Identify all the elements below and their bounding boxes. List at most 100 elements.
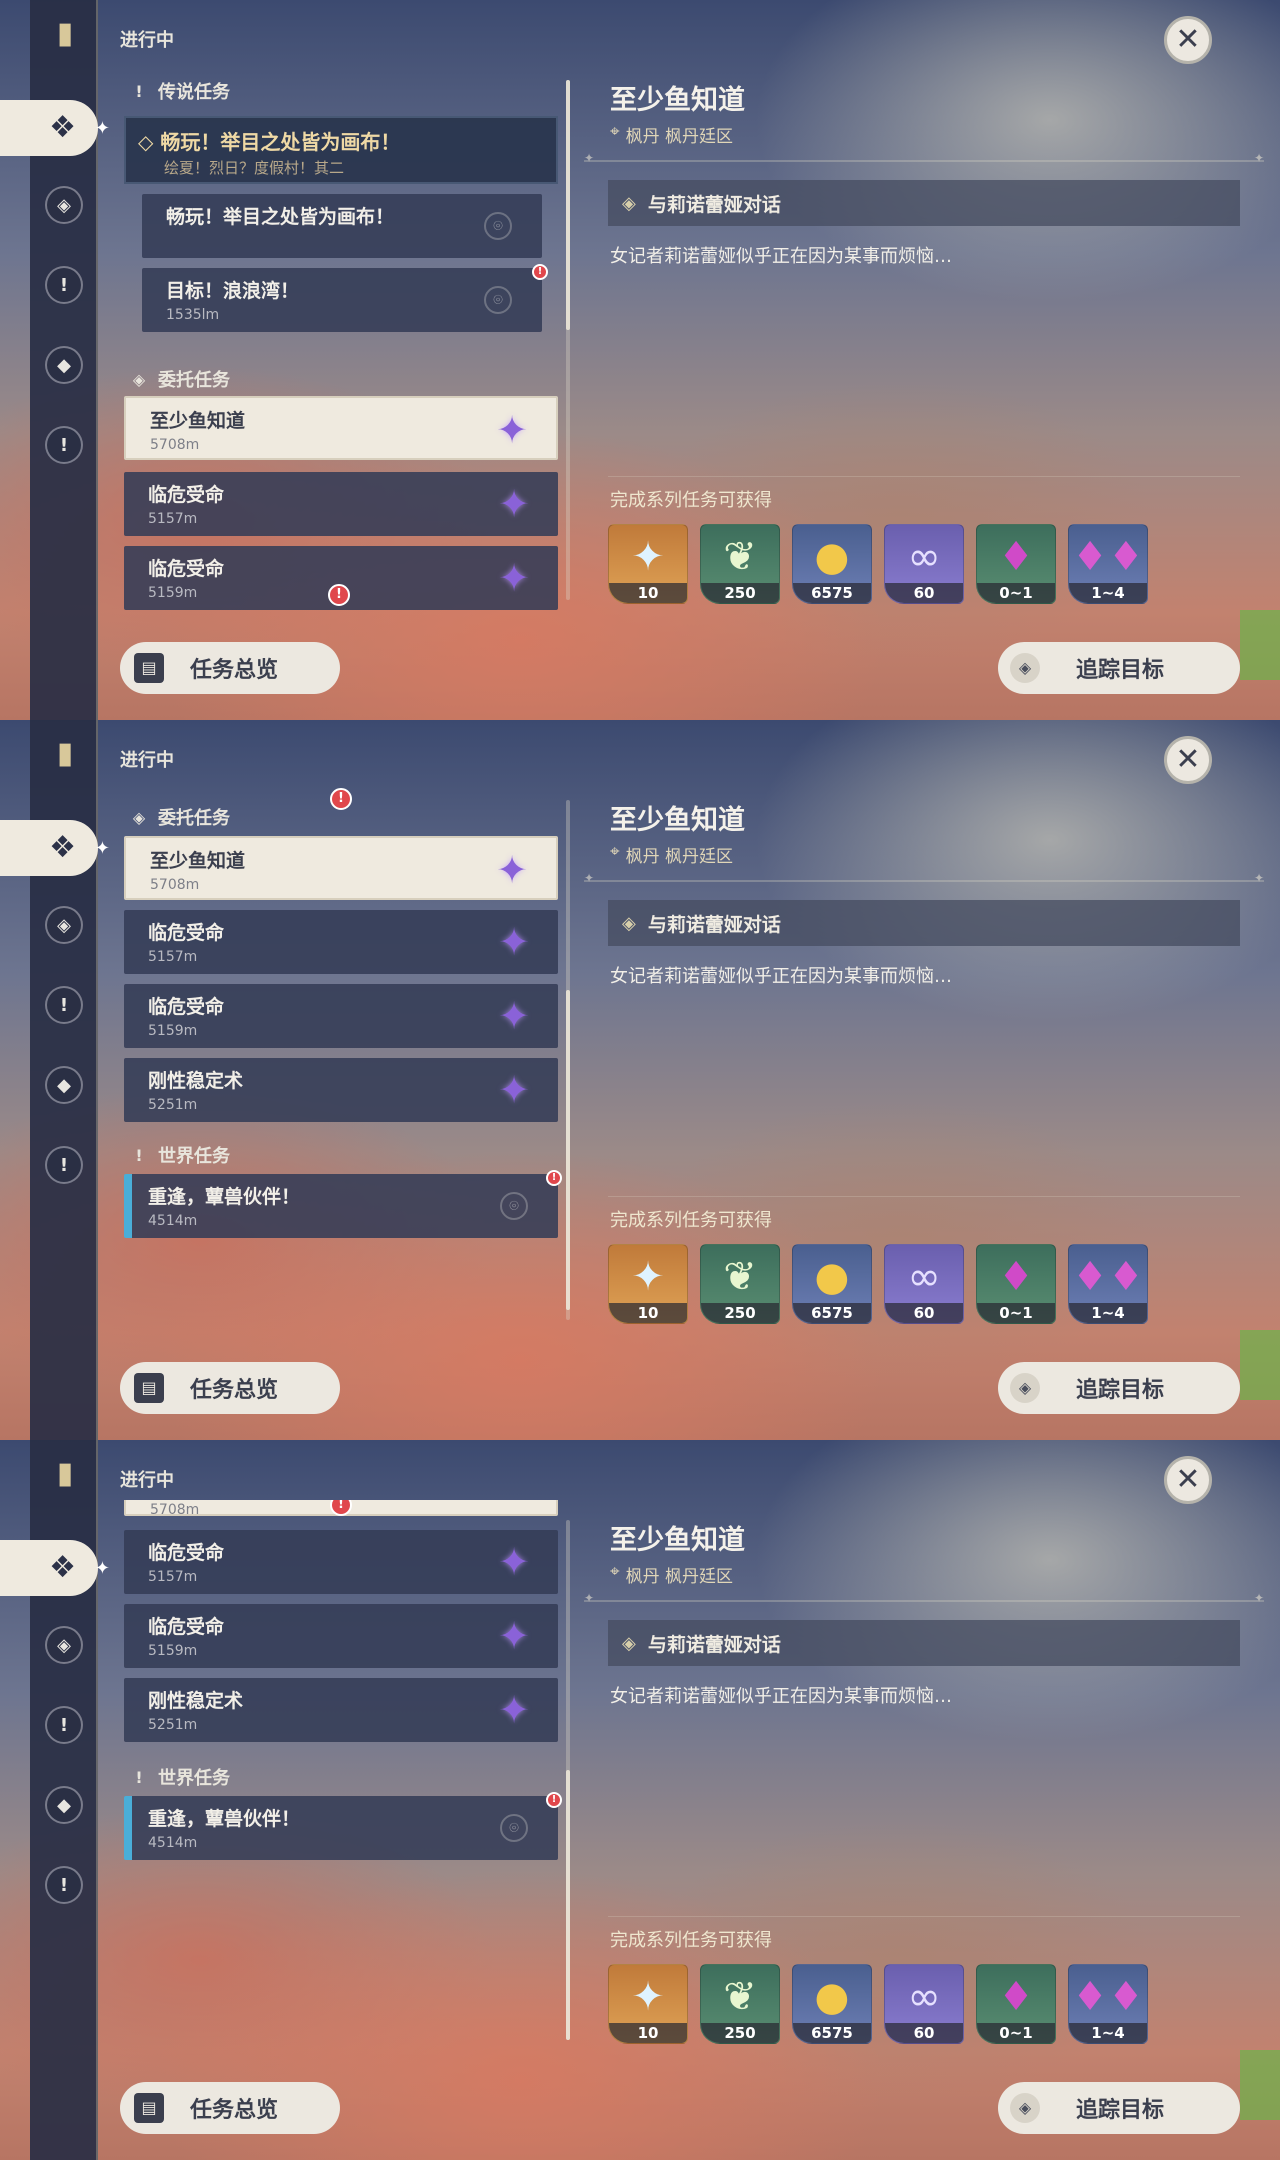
reward-count: 1~4 <box>1069 2023 1147 2043</box>
rail-tab-event-icon[interactable]: ◆ <box>45 346 83 384</box>
list-scrollbar[interactable] <box>566 1520 570 2040</box>
list-scrollbar[interactable] <box>566 80 570 600</box>
list-item[interactable]: 临危受命 5159m ✦ <box>124 984 558 1048</box>
rail-tab-event-icon[interactable]: ◆ <box>45 1066 83 1104</box>
reward-list: ✦ 10 ❦ 250 ● 6575 ∞ 60 ♦ 0~1 ♦♦ 1~4 <box>608 1964 1148 2044</box>
list-item-world[interactable]: 重逢，蕈兽伙伴！ 4514m ⌾ ! <box>124 1792 562 1860</box>
quest-title: 至少鱼知道 <box>610 85 745 116</box>
header-title: 进行中 <box>120 1470 174 1491</box>
list-item[interactable]: 临危受命 5157m ✦ <box>124 1530 558 1594</box>
list-item[interactable]: 临危受命 5157m ✦ <box>124 910 558 974</box>
reward-item[interactable]: ∞ 60 <box>884 524 964 604</box>
quest-log-icon: ▤ <box>134 653 164 683</box>
track-target-button[interactable]: ◈ 追踪目标 <box>998 642 1240 694</box>
reward-item[interactable]: ❦ 250 <box>700 524 780 604</box>
quest-location: ⌖ 枫丹 枫丹廷区 <box>610 1562 733 1587</box>
rail-tab-alert-icon[interactable]: ! <box>45 426 83 464</box>
item-distance: 4514m <box>148 1213 198 1229</box>
list-item-selected[interactable]: 至少鱼知道 5708m ✦ <box>124 396 558 460</box>
left-rail: ▮ ❖ ✦ ◈ ! ◆ ! <box>0 1440 110 2160</box>
quest-overview-button[interactable]: ▤ 任务总览 <box>120 1362 340 1414</box>
primogem-icon: ✦ <box>631 534 665 580</box>
section-label: 委托任务 <box>158 370 230 391</box>
quest-panel-1: ▮ ❖ ✦ ◈ ! ◆ ! 进行中 ✕ ! 传说任务 ◇ 畅玩！举目之处皆为画布… <box>0 0 1280 720</box>
header-title: 进行中 <box>120 30 174 51</box>
list-item[interactable]: 畅玩！举目之处皆为画布！ ⌾ <box>142 194 542 258</box>
item-name: 临危受命 <box>148 484 225 506</box>
list-scrollbar[interactable] <box>566 800 570 1320</box>
legend-quest-card[interactable]: ◇ 畅玩！举目之处皆为画布！ 绘夏！烈日？度假村！其二 <box>124 116 558 184</box>
rail-tab-archon-icon[interactable]: ◈ <box>45 1626 83 1664</box>
rail-tab-archon-icon[interactable]: ◈ <box>45 186 83 224</box>
reward-item[interactable]: ● 6575 <box>792 1244 872 1324</box>
reward-item[interactable]: ∞ 60 <box>884 1964 964 2044</box>
rail-tab-alert-icon[interactable]: ! <box>45 1866 83 1904</box>
item-name: 重逢，蕈兽伙伴！ <box>148 1808 301 1830</box>
item-name: 临危受命 <box>148 996 225 1018</box>
list-item[interactable]: 目标！浪浪湾！ 1535lm ⌾ ! <box>142 264 548 332</box>
list-item-selected-partial[interactable]: 5708m ! <box>124 1500 558 1518</box>
quest-book-icon[interactable]: ▮ <box>45 734 85 772</box>
reward-item[interactable]: ● 6575 <box>792 524 872 604</box>
quest-title: 至少鱼知道 <box>610 1525 745 1556</box>
rail-tab-commission-active[interactable]: ❖ ✦ <box>0 820 110 876</box>
reward-item[interactable]: ∞ 60 <box>884 1244 964 1324</box>
quest-book-icon[interactable]: ▮ <box>45 14 85 52</box>
divider <box>584 871 1264 885</box>
reward-item[interactable]: ✦ 10 <box>608 1244 688 1324</box>
reward-item[interactable]: ♦♦ 1~4 <box>1068 524 1148 604</box>
rail-tab-world-icon[interactable]: ! <box>45 266 83 304</box>
rail-tab-world-icon[interactable]: ! <box>45 1706 83 1744</box>
section-label: 传说任务 <box>158 82 230 103</box>
quest-book-icon[interactable]: ▮ <box>45 1454 85 1492</box>
item-name: 刚性稳定术 <box>148 1690 244 1712</box>
scroll-thumb[interactable] <box>566 80 570 330</box>
rail-tab-archon-icon[interactable]: ◈ <box>45 906 83 944</box>
scroll-thumb[interactable] <box>566 1770 570 2040</box>
reward-item[interactable]: ♦ 0~1 <box>976 524 1056 604</box>
reward-item[interactable]: ✦ 10 <box>608 524 688 604</box>
commission-star-icon: ✦ <box>498 1614 530 1658</box>
rail-tab-event-icon[interactable]: ◆ <box>45 1786 83 1824</box>
reward-count: 6575 <box>793 583 871 603</box>
quest-description: 女记者莉诺蕾娅似乎正在因为某事而烦恼… <box>610 1686 952 1707</box>
rail-tab-commission-active[interactable]: ❖ ✦ <box>0 1540 110 1596</box>
reward-item[interactable]: ● 6575 <box>792 1964 872 2044</box>
reward-item[interactable]: ❦ 250 <box>700 1244 780 1324</box>
commission-icon: ◈ <box>132 369 146 389</box>
list-item[interactable]: 刚性稳定术 5251m ✦ <box>124 1058 558 1122</box>
item-distance: 4514m <box>148 1835 198 1851</box>
list-item-selected[interactable]: 至少鱼知道 5708m ✦ <box>124 836 558 900</box>
location-pin-icon[interactable]: ⌾ <box>484 212 512 240</box>
track-target-button[interactable]: ◈ 追踪目标 <box>998 1362 1240 1414</box>
location-pin-icon[interactable]: ⌾ <box>484 286 512 314</box>
scroll-thumb[interactable] <box>566 990 570 1310</box>
location-pin-icon[interactable]: ⌾ <box>500 1192 528 1220</box>
location-pin-icon[interactable]: ⌾ <box>500 1814 528 1842</box>
rail-tab-world-icon[interactable]: ! <box>45 986 83 1024</box>
quest-overview-button[interactable]: ▤ 任务总览 <box>120 2082 340 2134</box>
reward-item[interactable]: ♦♦ 1~4 <box>1068 1244 1148 1324</box>
reward-item[interactable]: ✦ 10 <box>608 1964 688 2044</box>
reward-item[interactable]: ♦♦ 1~4 <box>1068 1964 1148 2044</box>
reward-item[interactable]: ♦ 0~1 <box>976 1244 1056 1324</box>
rail-tab-commission-active[interactable]: ❖ ✦ <box>0 100 110 156</box>
divider <box>584 151 1264 165</box>
reward-count: 60 <box>885 1303 963 1323</box>
track-target-button[interactable]: ◈ 追踪目标 <box>998 2082 1240 2134</box>
list-item[interactable]: 临危受命 5157m ✦ <box>124 472 558 536</box>
header-title: 进行中 <box>120 750 174 771</box>
rail-tab-alert-icon[interactable]: ! <box>45 1146 83 1184</box>
quest-overview-button[interactable]: ▤ 任务总览 <box>120 642 340 694</box>
reward-item[interactable]: ♦ 0~1 <box>976 1964 1056 2044</box>
list-item[interactable]: 刚性稳定术 5251m ✦ <box>124 1678 558 1742</box>
list-item[interactable]: 临危受命 5159m ✦ ! <box>124 546 558 610</box>
list-item-world[interactable]: 重逢，蕈兽伙伴！ 4514m ⌾ ! <box>124 1170 562 1238</box>
item-distance: 5157m <box>148 1569 198 1585</box>
reward-item[interactable]: ❦ 250 <box>700 1964 780 2044</box>
section-label: 委托任务 <box>158 808 230 829</box>
quest-log-icon: ▤ <box>134 1373 164 1403</box>
list-item[interactable]: 临危受命 5159m ✦ <box>124 1604 558 1668</box>
commission-star-icon: ✦ <box>498 482 530 526</box>
reward-count: 1~4 <box>1069 1303 1147 1323</box>
